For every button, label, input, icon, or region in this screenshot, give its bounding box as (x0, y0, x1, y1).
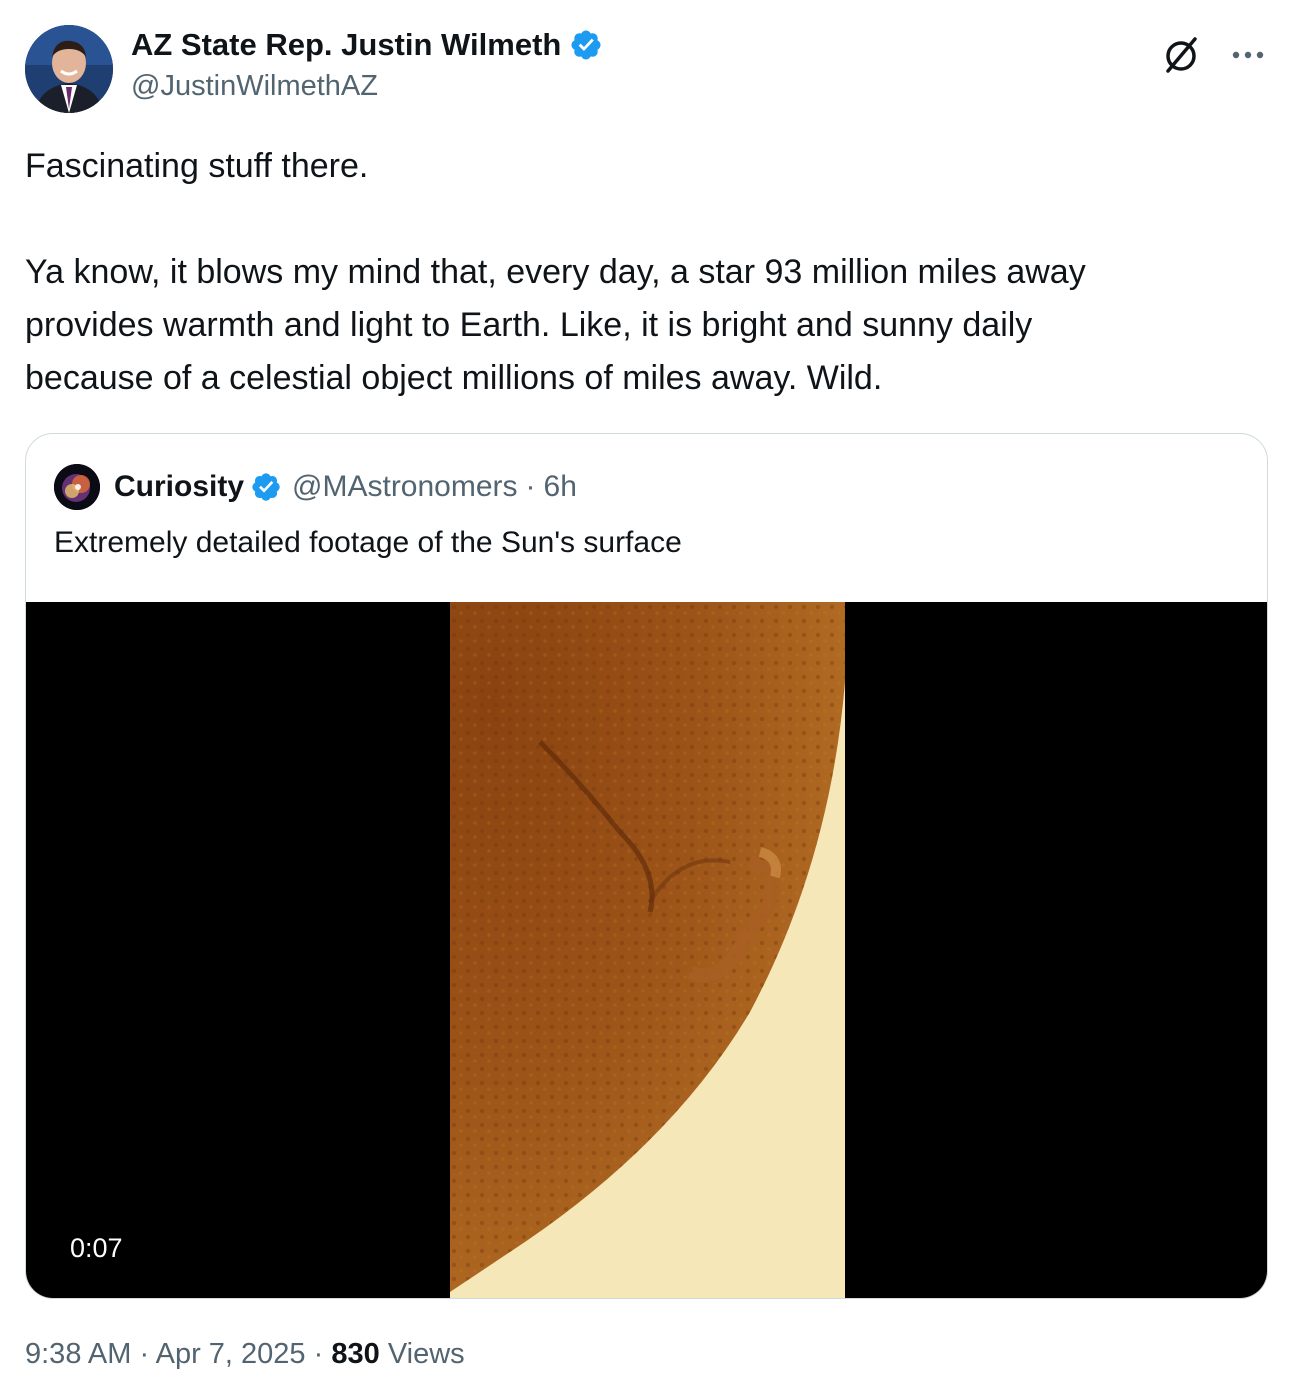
quoted-author-avatar[interactable] (54, 464, 100, 510)
tweet-meta: 9:38 AM · Apr 7, 2025 · 830 Views (25, 1338, 465, 1371)
quoted-tweet-text: Extremely detailed footage of the Sun's … (54, 526, 682, 559)
nebula-avatar-icon (54, 464, 100, 510)
author-handle[interactable]: @JustinWilmethAZ (131, 70, 378, 103)
quoted-separator: · (525, 470, 536, 503)
quoted-tweet-card[interactable]: Curiosity @MAstronomers · 6h Extremely d… (25, 433, 1268, 1299)
grok-icon[interactable] (1160, 34, 1202, 76)
video-player[interactable]: 0:07 (26, 602, 1267, 1298)
tweet-text: Fascinating stuff there. Ya know, it blo… (25, 147, 1086, 397)
meta-separator: · (139, 1338, 150, 1370)
meta-separator: · (313, 1338, 324, 1370)
views-count: 830 (331, 1338, 380, 1370)
quoted-timestamp[interactable]: 6h (544, 470, 577, 504)
quoted-tweet-header: Curiosity @MAstronomers · 6h (54, 464, 577, 510)
quoted-display-name[interactable]: Curiosity (114, 470, 244, 504)
author-avatar[interactable] (25, 25, 113, 113)
sun-surface-video-frame (450, 602, 845, 1298)
author-display-name[interactable]: AZ State Rep. Justin Wilmeth (131, 27, 561, 63)
tweet-date[interactable]: Apr 7, 2025 (156, 1338, 306, 1370)
quoted-handle[interactable]: @MAstronomers (292, 470, 518, 504)
video-duration-badge: 0:07 (54, 1222, 139, 1274)
more-horizontal-icon[interactable] (1226, 34, 1270, 76)
author-name-row: AZ State Rep. Justin Wilmeth (131, 24, 603, 66)
views-label: Views (387, 1338, 465, 1370)
verified-badge-icon[interactable] (250, 471, 282, 503)
avatar-photo (25, 25, 113, 113)
verified-badge-icon[interactable] (569, 28, 603, 62)
tweet-time[interactable]: 9:38 AM (25, 1338, 131, 1370)
